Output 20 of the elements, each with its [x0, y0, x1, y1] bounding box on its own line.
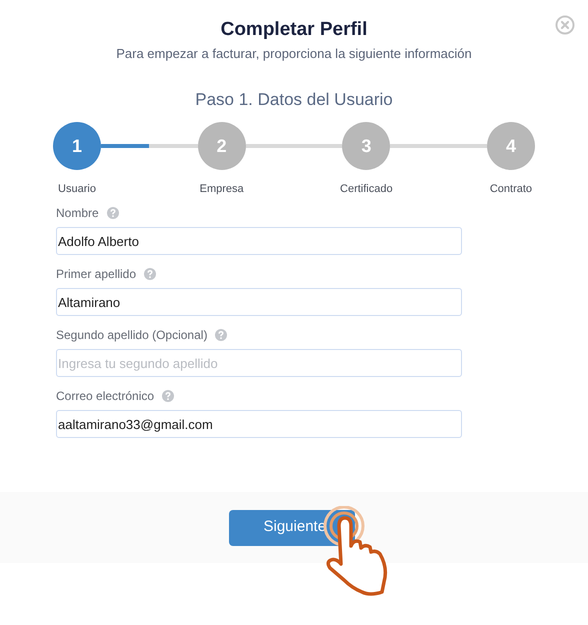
- field-label: Nombre: [56, 205, 99, 222]
- field-label: Primer apellido: [56, 266, 136, 283]
- step-label: Contrato: [490, 182, 532, 197]
- help-icon[interactable]: [215, 329, 228, 341]
- step-label: Usuario: [58, 182, 96, 197]
- dialog-subtitle: Para empezar a facturar, proporciona la siguiente información: [116, 45, 472, 63]
- help-icon[interactable]: [162, 390, 174, 402]
- step-heading: Paso 1. Datos del Usuario: [195, 88, 393, 110]
- close-icon[interactable]: [555, 15, 575, 35]
- input-field[interactable]: Ingresa tu segundo apellido: [56, 349, 462, 377]
- help-icon[interactable]: [106, 207, 119, 219]
- input-field[interactable]: Altamirano: [56, 288, 462, 316]
- field-label: Correo electrónico: [56, 388, 154, 405]
- dialog-title: Completar Perfil: [220, 18, 368, 42]
- help-icon[interactable]: [144, 268, 156, 280]
- input-field[interactable]: aaltamirano33@gmail.com: [56, 410, 462, 438]
- step-label: Certificado: [340, 182, 393, 197]
- input-field[interactable]: Adolfo Alberto: [56, 227, 462, 255]
- step-label: Empresa: [200, 182, 244, 197]
- field-label: Segundo apellido (Opcional): [56, 327, 208, 344]
